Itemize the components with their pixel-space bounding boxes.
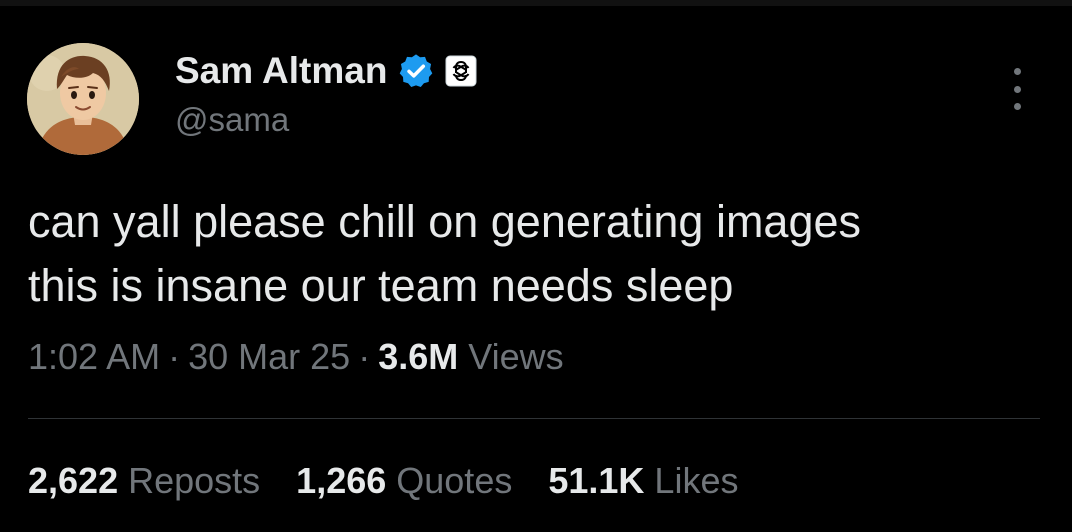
author-name-row: Sam Altman: [175, 48, 477, 94]
likes-count: 51.1K: [548, 460, 645, 501]
author-handle[interactable]: @sama: [175, 101, 289, 139]
engagement-stats: 2,622 Reposts 1,266 Quotes 51.1K Likes: [28, 460, 774, 502]
verified-badge-icon[interactable]: [397, 52, 435, 90]
tweet-card: Sam Altman @sama can yall please chill o…: [0, 0, 1072, 532]
likes-label: Likes: [654, 460, 739, 501]
meta-separator: ·: [168, 336, 181, 377]
tweet-text-line: this is insane our team needs sleep: [28, 260, 734, 311]
more-dot: [1013, 68, 1021, 75]
reposts-label: Reposts: [128, 460, 261, 501]
more-dot: [1013, 85, 1021, 93]
author-display-name[interactable]: Sam Altman: [175, 50, 387, 92]
tweet-meta: 1:02 AM · 30 Mar 25 · 3.6M Views: [28, 336, 564, 378]
meta-separator: ·: [358, 336, 371, 377]
divider: [28, 418, 1040, 419]
quotes-stat[interactable]: 1,266 Quotes: [296, 460, 512, 502]
tweet-text: can yall please chill on generating imag…: [28, 190, 1038, 318]
tweet-time[interactable]: 1:02 AM: [28, 336, 160, 378]
reposts-count: 2,622: [28, 460, 119, 501]
avatar-illustration: [27, 43, 139, 155]
tweet-date[interactable]: 30 Mar 25: [188, 336, 350, 378]
avatar[interactable]: [27, 43, 139, 155]
reposts-stat[interactable]: 2,622 Reposts: [28, 460, 260, 502]
more-dot: [1013, 103, 1021, 110]
more-options-icon[interactable]: [1000, 68, 1034, 110]
quotes-label: Quotes: [396, 460, 513, 501]
views-label: Views: [468, 336, 564, 377]
views-count[interactable]: 3.6M: [378, 336, 458, 378]
likes-stat[interactable]: 51.1K Likes: [548, 460, 738, 502]
openai-logo-icon[interactable]: [445, 55, 477, 87]
tweet-text-line: can yall please chill on generating imag…: [28, 196, 862, 247]
quotes-count: 1,266: [296, 460, 387, 501]
